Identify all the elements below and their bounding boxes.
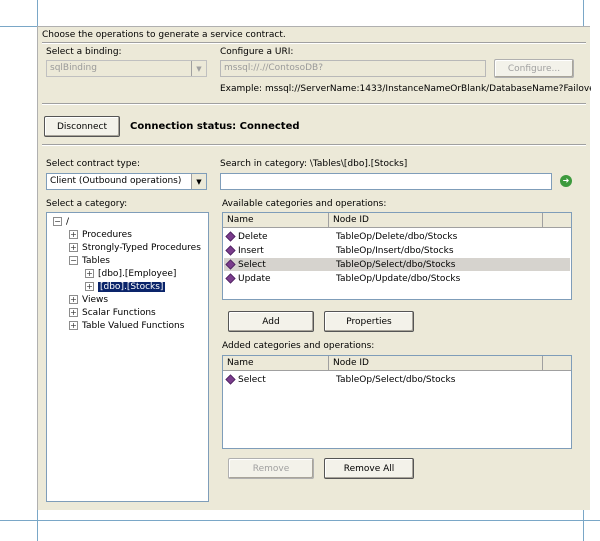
expand-icon[interactable]: + <box>69 308 78 317</box>
binding-value: sqlBinding <box>50 63 97 73</box>
properties-button[interactable]: Properties <box>324 311 414 332</box>
uri-label: Configure a URI: <box>220 47 294 57</box>
tree-node-table-valued-functions[interactable]: + Table Valued Functions <box>69 319 184 332</box>
expand-icon[interactable]: + <box>69 230 78 239</box>
guide-line <box>37 0 38 26</box>
service-contract-dialog: Choose the operations to generate a serv… <box>37 26 591 510</box>
operation-icon <box>225 374 236 385</box>
guide-line <box>583 510 584 541</box>
configure-button[interactable]: Configure... <box>494 59 574 78</box>
header-separator <box>42 42 586 44</box>
tree-node-label: / <box>66 216 70 227</box>
contract-type-label: Select contract type: <box>46 159 141 169</box>
disconnect-button[interactable]: Disconnect <box>44 116 120 137</box>
operation-name: Update <box>238 273 271 284</box>
operation-name: Delete <box>238 231 268 242</box>
chevron-down-icon: ▼ <box>191 174 206 189</box>
category-tree[interactable]: − / + Procedures + Strongly-Typed Proced… <box>46 212 209 502</box>
guide-line <box>583 0 584 26</box>
column-header-node-id[interactable]: Node ID <box>329 213 543 228</box>
uri-example: Example: mssql://ServerName:1433/Instanc… <box>220 84 591 94</box>
expand-icon[interactable]: + <box>69 295 78 304</box>
tree-node-label: Table Valued Functions <box>82 320 185 331</box>
operation-name: Select <box>238 374 266 385</box>
available-label: Available categories and operations: <box>222 199 387 209</box>
remove-button[interactable]: Remove <box>228 458 314 479</box>
operation-node-id: TableOp/Update/dbo/Stocks <box>336 273 461 284</box>
disconnect-label: Disconnect <box>57 121 107 132</box>
collapse-icon[interactable]: − <box>53 217 62 226</box>
properties-label: Properties <box>346 316 392 327</box>
tree-node-label: [dbo].[Employee] <box>98 268 177 279</box>
expand-icon[interactable]: + <box>85 269 94 278</box>
search-label: Search in category: \Tables\[dbo].[Stock… <box>220 159 408 169</box>
search-input[interactable] <box>220 173 552 190</box>
operation-node-id: TableOp/Select/dbo/Stocks <box>336 374 456 385</box>
expand-icon[interactable]: + <box>69 321 78 330</box>
operation-name: Insert <box>238 245 264 256</box>
tree-node-label: Scalar Functions <box>82 307 156 318</box>
remove-all-button[interactable]: Remove All <box>324 458 414 479</box>
list-item-selected[interactable]: Select TableOp/Select/dbo/Stocks <box>224 258 570 271</box>
search-go-icon[interactable]: ➜ <box>560 175 572 187</box>
list-item[interactable]: Select TableOp/Select/dbo/Stocks <box>224 373 570 386</box>
connection-separator <box>42 144 586 146</box>
available-list-header: Name Node ID <box>223 213 571 228</box>
collapse-icon[interactable]: − <box>69 256 78 265</box>
list-item[interactable]: Update TableOp/Update/dbo/Stocks <box>224 272 570 285</box>
guide-line <box>0 520 600 521</box>
guide-line <box>37 510 38 541</box>
tree-node-procedures[interactable]: + Procedures <box>69 228 132 241</box>
available-list[interactable]: Name Node ID Delete TableOp/Delete/dbo/S… <box>222 212 572 300</box>
tree-node-label: Procedures <box>82 229 132 240</box>
operation-icon <box>225 273 236 284</box>
connection-status: Connection status: Connected <box>130 121 300 132</box>
tree-node-label: Strongly-Typed Procedures <box>82 242 201 253</box>
guide-line <box>0 26 37 27</box>
tree-node-employee[interactable]: + [dbo].[Employee] <box>85 267 176 280</box>
chevron-down-icon: ▼ <box>191 61 206 76</box>
uri-input[interactable]: mssql://.//ContosoDB? <box>220 60 486 77</box>
tree-node-views[interactable]: + Views <box>69 293 108 306</box>
operation-icon <box>225 259 236 270</box>
tree-node-stocks[interactable]: + [dbo].[Stocks] <box>85 280 166 293</box>
added-list-header: Name Node ID <box>223 356 571 371</box>
list-item[interactable]: Insert TableOp/Insert/dbo/Stocks <box>224 244 570 257</box>
operation-icon <box>225 245 236 256</box>
header-title: Choose the operations to generate a serv… <box>42 30 286 40</box>
add-button[interactable]: Add <box>228 311 314 332</box>
operation-node-id: TableOp/Select/dbo/Stocks <box>336 259 456 270</box>
add-label: Add <box>262 316 280 327</box>
binding-separator <box>42 103 586 105</box>
remove-all-label: Remove All <box>343 463 395 474</box>
column-header-name[interactable]: Name <box>223 356 329 371</box>
added-label: Added categories and operations: <box>222 341 375 351</box>
list-item[interactable]: Delete TableOp/Delete/dbo/Stocks <box>224 230 570 243</box>
tree-node-tables[interactable]: − Tables <box>69 254 110 267</box>
expand-icon[interactable]: + <box>69 243 78 252</box>
column-header-name[interactable]: Name <box>223 213 329 228</box>
operation-icon <box>225 231 236 242</box>
expand-icon[interactable]: + <box>85 282 94 291</box>
binding-select[interactable]: sqlBinding ▼ <box>46 60 207 77</box>
tree-node-label-selected: [dbo].[Stocks] <box>98 281 166 292</box>
category-label: Select a category: <box>46 199 128 209</box>
column-header-node-id[interactable]: Node ID <box>329 356 543 371</box>
added-list[interactable]: Name Node ID Select TableOp/Select/dbo/S… <box>222 355 572 449</box>
tree-node-label: Views <box>82 294 109 305</box>
remove-label: Remove <box>252 463 290 474</box>
tree-node-strongly-typed-procedures[interactable]: + Strongly-Typed Procedures <box>69 241 201 254</box>
operation-name: Select <box>238 259 266 270</box>
tree-node-label: Tables <box>82 255 110 266</box>
tree-node-scalar-functions[interactable]: + Scalar Functions <box>69 306 156 319</box>
contract-type-value: Client (Outbound operations) <box>50 176 182 186</box>
binding-label: Select a binding: <box>46 47 122 57</box>
operation-node-id: TableOp/Insert/dbo/Stocks <box>336 245 454 256</box>
operation-node-id: TableOp/Delete/dbo/Stocks <box>336 231 458 242</box>
contract-type-select[interactable]: Client (Outbound operations) ▼ <box>46 173 207 190</box>
tree-node-root[interactable]: − / <box>53 215 69 228</box>
